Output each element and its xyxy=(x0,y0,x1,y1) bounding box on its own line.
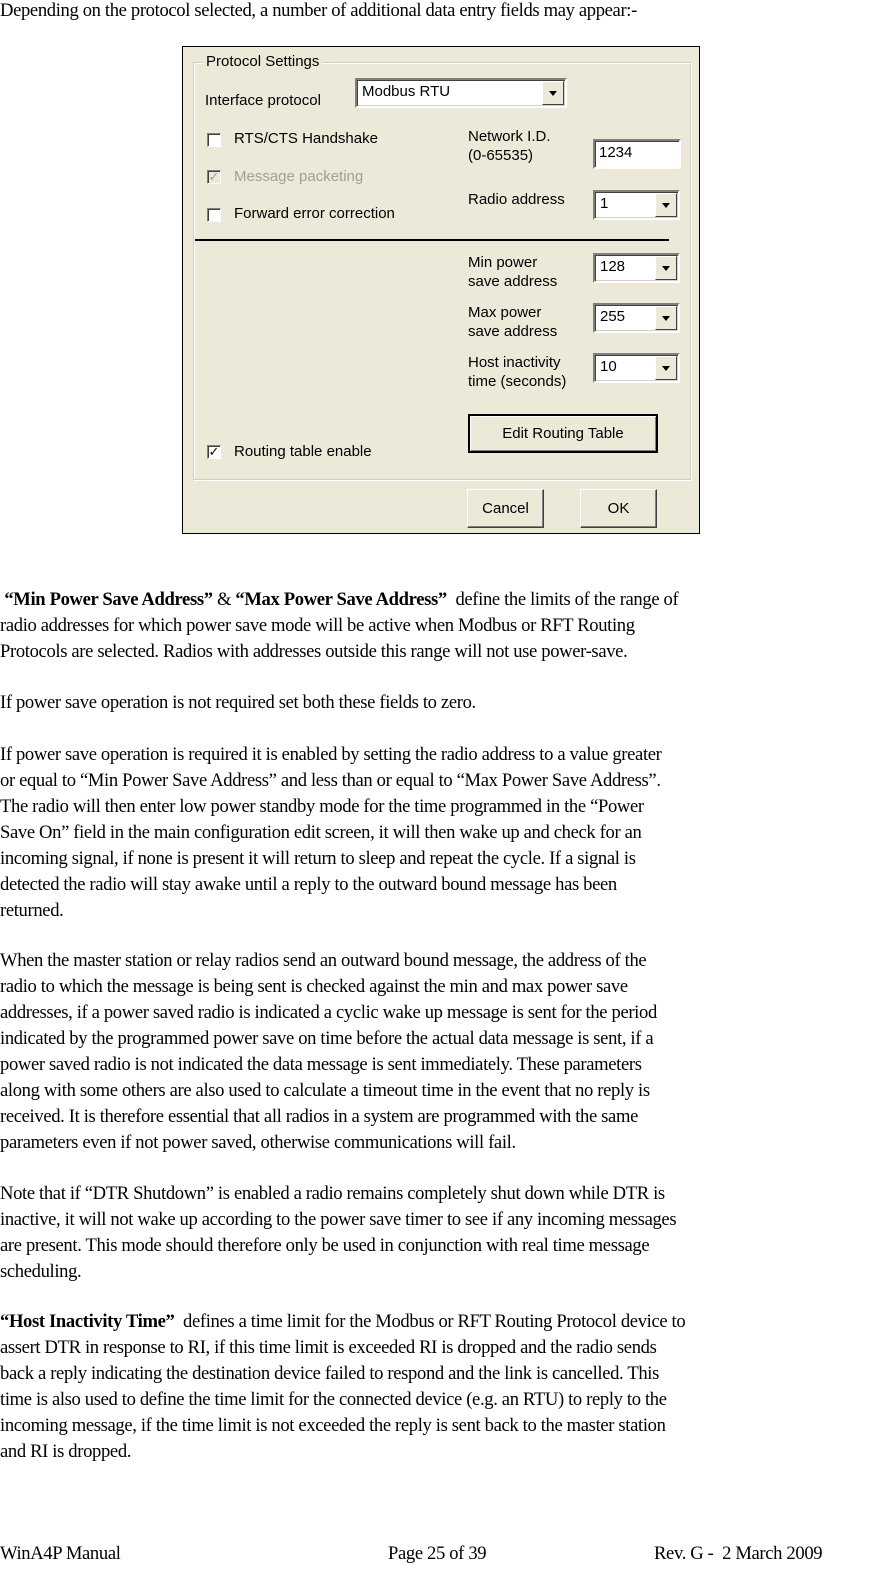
check-icon: ✓ xyxy=(208,444,220,459)
paragraph-host-inactivity: “Host Inactivity Time” defines a time li… xyxy=(0,1309,875,1465)
ampersand: & xyxy=(212,589,236,610)
p3-line: or equal to “Min Power Save Address” and… xyxy=(0,770,661,791)
p4-line: power saved radio is not indicated the d… xyxy=(0,1054,642,1075)
p6-line1-rest: defines a time limit for the Modbus or R… xyxy=(174,1311,686,1332)
interface-protocol-select[interactable]: Modbus RTU xyxy=(355,78,567,108)
p5-line: are present. This mode should therefore … xyxy=(0,1235,650,1256)
p6-line: assert DTR in response to RI, if this ti… xyxy=(0,1337,657,1358)
p4-line: along with some others are also used to … xyxy=(0,1080,650,1101)
message-packeting-label: Message packeting xyxy=(234,168,364,185)
max-power-label-line1: Max power xyxy=(468,304,542,321)
host-inactivity-label-line2: time (seconds) xyxy=(468,373,567,390)
paragraph-dtr-shutdown: Note that if “DTR Shutdown” is enabled a… xyxy=(0,1181,875,1285)
network-id-label: Network I.D. (0-65535) xyxy=(468,127,551,165)
min-power-save-select[interactable]: 128 xyxy=(593,253,680,283)
p1-line1-rest: define the limits of the range of xyxy=(446,589,679,610)
min-power-save-label: Min power save address xyxy=(468,253,557,291)
footer-page-number: Page 25 of 39 xyxy=(388,1543,487,1564)
footer-revision: Rev. G - 2 March 2009 xyxy=(654,1543,823,1564)
p6-line: time is also used to define the time lim… xyxy=(0,1389,667,1410)
host-inactivity-select[interactable]: 10 xyxy=(593,353,680,383)
p5-line: scheduling. xyxy=(0,1261,82,1282)
check-icon: ✓ xyxy=(208,169,220,184)
max-power-label-line2: save address xyxy=(468,323,558,340)
cancel-button[interactable]: Cancel xyxy=(467,489,544,528)
host-inactivity-label-line1: Host inactivity xyxy=(468,354,561,371)
chevron-down-icon[interactable] xyxy=(542,81,564,105)
radio-address-select[interactable]: 1 xyxy=(593,190,680,220)
routing-enable-checkbox[interactable]: ✓ xyxy=(207,445,221,459)
interface-protocol-label: Interface protocol xyxy=(205,92,321,109)
separator-line xyxy=(195,239,669,241)
p1-line3: Protocols are selected. Radios with addr… xyxy=(0,641,628,662)
p4-line: parameters even if not power saved, othe… xyxy=(0,1132,516,1153)
paragraph-zero-fields: If power save operation is not required … xyxy=(0,692,476,713)
group-title: Protocol Settings xyxy=(203,53,323,70)
network-id-input[interactable]: 1234 xyxy=(593,139,681,169)
p4-line: indicated by the programmed power save o… xyxy=(0,1028,654,1049)
p6-line: incoming message, if the time limit is n… xyxy=(0,1415,666,1436)
edit-routing-table-button[interactable]: Edit Routing Table xyxy=(468,414,658,453)
min-power-save-term: “Min Power Save Address” xyxy=(4,589,213,610)
p6-line: and RI is dropped. xyxy=(0,1441,132,1462)
p4-line: received. It is therefore essential that… xyxy=(0,1106,638,1127)
chevron-down-icon[interactable] xyxy=(655,193,677,217)
network-id-label-line1: Network I.D. xyxy=(468,128,551,145)
p6-line1: “Host Inactivity Time” defines a time li… xyxy=(0,1309,875,1335)
chevron-down-icon[interactable] xyxy=(655,356,677,380)
max-power-save-term: “Max Power Save Address” xyxy=(235,589,447,610)
chevron-down-icon[interactable] xyxy=(655,256,677,280)
network-id-label-line2: (0-65535) xyxy=(468,147,534,164)
p3-line: The radio will then enter low power stan… xyxy=(0,796,644,817)
message-packeting-checkbox[interactable]: ✓ xyxy=(207,170,221,184)
max-power-save-select[interactable]: 255 xyxy=(593,303,680,333)
rts-cts-checkbox[interactable] xyxy=(207,133,221,147)
routing-enable-label: Routing table enable xyxy=(234,443,372,460)
p3-line: returned. xyxy=(0,900,64,921)
radio-address-label: Radio address xyxy=(468,191,565,208)
max-power-save-label: Max power save address xyxy=(468,303,557,341)
host-inactivity-term: “Host Inactivity Time” xyxy=(0,1311,175,1332)
p3-line: If power save operation is required it i… xyxy=(0,744,662,765)
paragraph-power-save-address: “Min Power Save Address” & “Max Power Sa… xyxy=(0,587,875,665)
footer-manual-title: WinA4P Manual xyxy=(0,1543,121,1564)
min-power-save-value: 128 xyxy=(600,258,626,275)
radio-address-value: 1 xyxy=(600,195,609,212)
p3-line: Save On” field in the main configuration… xyxy=(0,822,642,843)
interface-protocol-value: Modbus RTU xyxy=(362,83,451,100)
min-power-label-line2: save address xyxy=(468,273,558,290)
p5-line: inactive, it will not wake up according … xyxy=(0,1209,677,1230)
rts-cts-label: RTS/CTS Handshake xyxy=(234,130,378,147)
p6-line: back a reply indicating the destination … xyxy=(0,1363,659,1384)
host-inactivity-value: 10 xyxy=(600,358,617,375)
chevron-down-icon[interactable] xyxy=(655,306,677,330)
host-inactivity-label: Host inactivity time (seconds) xyxy=(468,353,566,391)
p3-line: incoming signal, if none is present it w… xyxy=(0,848,636,869)
fec-checkbox[interactable] xyxy=(207,208,221,222)
p4-line: radio to which the message is being sent… xyxy=(0,976,628,997)
p1-line1: “Min Power Save Address” & “Max Power Sa… xyxy=(0,587,875,613)
protocol-settings-dialog: Protocol Settings Interface protocol Mod… xyxy=(182,46,700,534)
paragraph-power-save-enable: If power save operation is required it i… xyxy=(0,742,875,924)
paragraph-outward-message: When the master station or relay radios … xyxy=(0,948,875,1156)
p5-line: Note that if “DTR Shutdown” is enabled a… xyxy=(0,1183,665,1204)
max-power-save-value: 255 xyxy=(600,308,626,325)
p1-line2: radio addresses for which power save mod… xyxy=(0,615,635,636)
network-id-value: 1234 xyxy=(599,144,633,161)
ok-button[interactable]: OK xyxy=(580,489,657,528)
p4-line: addresses, if a power saved radio is ind… xyxy=(0,1002,657,1023)
intro-text: Depending on the protocol selected, a nu… xyxy=(0,0,637,21)
min-power-label-line1: Min power xyxy=(468,254,538,271)
p3-line: detected the radio will stay awake until… xyxy=(0,874,617,895)
p4-line: When the master station or relay radios … xyxy=(0,950,647,971)
fec-label: Forward error correction xyxy=(234,205,395,222)
